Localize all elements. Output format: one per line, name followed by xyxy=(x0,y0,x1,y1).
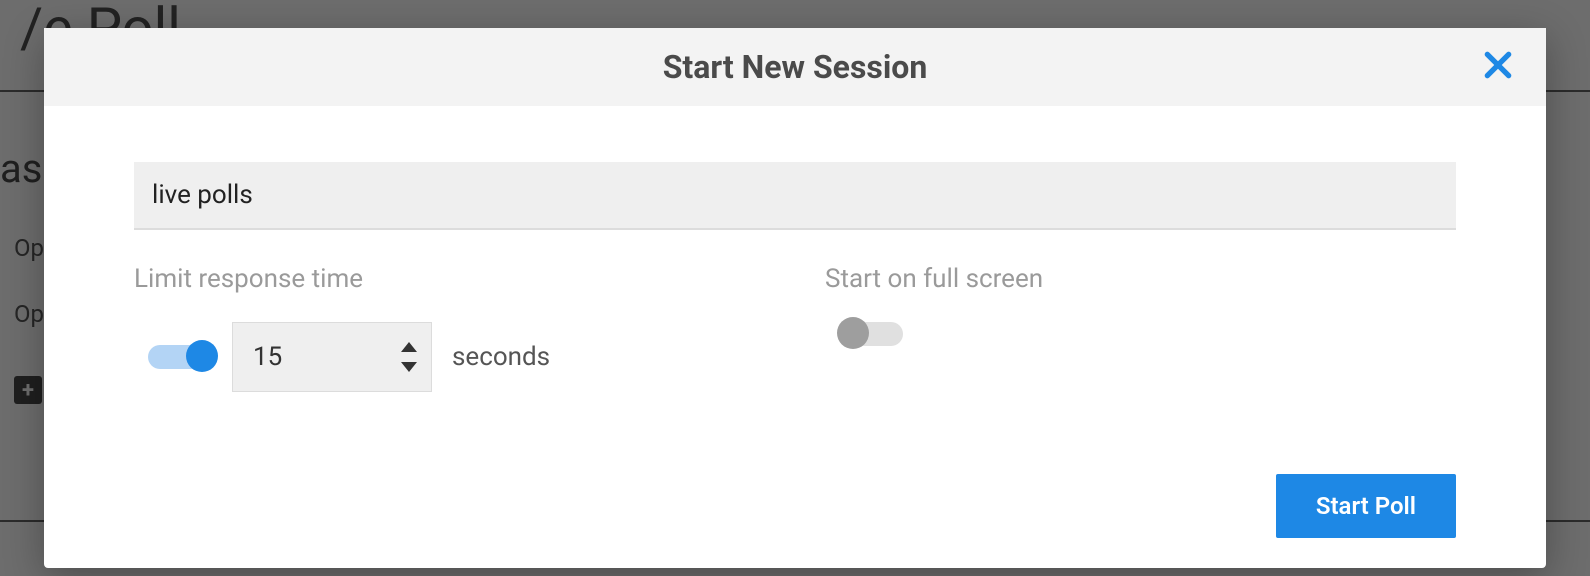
response-time-stepper xyxy=(232,322,432,392)
modal-title: Start New Session xyxy=(74,48,1516,86)
limit-response-section: Limit response time seconds xyxy=(134,264,765,392)
limit-response-toggle[interactable] xyxy=(148,345,212,369)
fullscreen-section: Start on full screen xyxy=(825,264,1456,392)
start-session-modal: Start New Session Limit response time xyxy=(44,28,1546,568)
modal-header: Start New Session xyxy=(44,28,1546,106)
chevron-up-icon[interactable] xyxy=(401,342,417,352)
fullscreen-controls xyxy=(825,322,1456,346)
fullscreen-label: Start on full screen xyxy=(825,264,1456,294)
fullscreen-toggle[interactable] xyxy=(839,322,903,346)
limit-response-label: Limit response time xyxy=(134,264,765,294)
modal-footer: Start Poll xyxy=(44,474,1546,568)
chevron-down-icon[interactable] xyxy=(401,362,417,372)
spinner-buttons xyxy=(397,323,421,391)
options-row: Limit response time seconds xyxy=(134,264,1456,392)
toggle-knob xyxy=(186,340,218,372)
seconds-label: seconds xyxy=(452,342,550,372)
start-poll-button[interactable]: Start Poll xyxy=(1276,474,1456,538)
close-button[interactable] xyxy=(1478,45,1518,89)
toggle-knob xyxy=(837,317,869,349)
session-name-input[interactable] xyxy=(134,162,1456,230)
limit-response-controls: seconds xyxy=(134,322,765,392)
modal-body: Limit response time seconds xyxy=(44,106,1546,474)
close-icon xyxy=(1482,49,1514,81)
